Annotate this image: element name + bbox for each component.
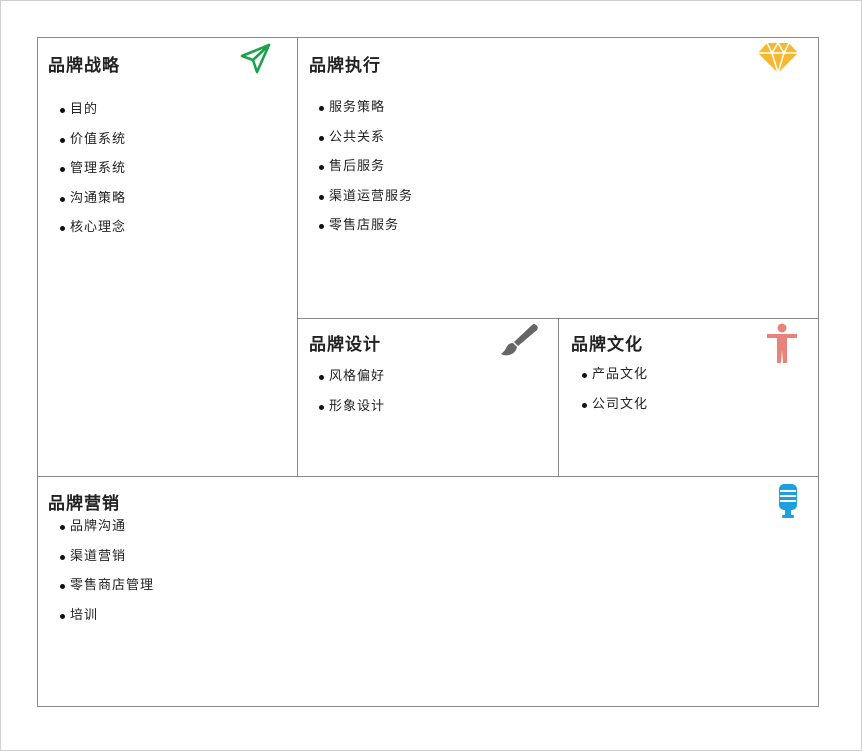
list-item: 形象设计 (319, 399, 385, 429)
marketing-list: 品牌沟通 渠道营销 零售商店管理 培训 (60, 519, 154, 637)
design-list: 风格偏好 形象设计 (319, 369, 385, 428)
culture-cell: 品牌文化 产品文化 公司文化 (559, 319, 819, 476)
strategy-list: 目的 价值系统 管理系统 沟通策略 核心理念 (60, 102, 126, 250)
list-item: 风格偏好 (319, 369, 385, 399)
list-item: 零售店服务 (319, 218, 413, 248)
marketing-title: 品牌营销 (48, 494, 120, 514)
page-frame: 品牌战略 目的 价值系统 管理系统 沟通策略 核心理念 品牌执行 服务策略 公共… (0, 0, 862, 751)
execution-cell: 品牌执行 服务策略 公共关系 售后服务 渠道运营服务 零售店服务 (298, 38, 819, 318)
list-item: 沟通策略 (60, 191, 126, 221)
culture-title: 品牌文化 (571, 335, 643, 355)
person-icon (767, 323, 797, 363)
brand-canvas: 品牌战略 目的 价值系统 管理系统 沟通策略 核心理念 品牌执行 服务策略 公共… (37, 37, 819, 707)
list-item: 品牌沟通 (60, 519, 154, 549)
list-item: 公司文化 (582, 397, 648, 427)
design-cell: 品牌设计 风格偏好 形象设计 (298, 319, 558, 476)
list-item: 公共关系 (319, 130, 413, 160)
marketing-cell: 品牌营销 品牌沟通 渠道营销 零售商店管理 培训 (38, 477, 819, 706)
list-item: 零售商店管理 (60, 578, 154, 608)
diamond-icon (758, 42, 798, 74)
execution-title: 品牌执行 (309, 56, 381, 76)
list-item: 渠道营销 (60, 549, 154, 579)
strategy-cell: 品牌战略 目的 价值系统 管理系统 沟通策略 核心理念 (38, 38, 297, 476)
list-item: 售后服务 (319, 159, 413, 189)
strategy-title: 品牌战略 (48, 56, 120, 76)
paintbrush-icon (501, 324, 538, 356)
paper-plane-icon (240, 43, 271, 74)
list-item: 目的 (60, 102, 126, 132)
list-item: 管理系统 (60, 161, 126, 191)
design-title: 品牌设计 (309, 335, 381, 355)
list-item: 产品文化 (582, 367, 648, 397)
list-item: 渠道运营服务 (319, 189, 413, 219)
list-item: 培训 (60, 608, 154, 638)
culture-list: 产品文化 公司文化 (582, 367, 648, 426)
execution-list: 服务策略 公共关系 售后服务 渠道运营服务 零售店服务 (319, 100, 413, 248)
list-item: 价值系统 (60, 132, 126, 162)
list-item: 核心理念 (60, 220, 126, 250)
microphone-icon (779, 484, 797, 518)
list-item: 服务策略 (319, 100, 413, 130)
